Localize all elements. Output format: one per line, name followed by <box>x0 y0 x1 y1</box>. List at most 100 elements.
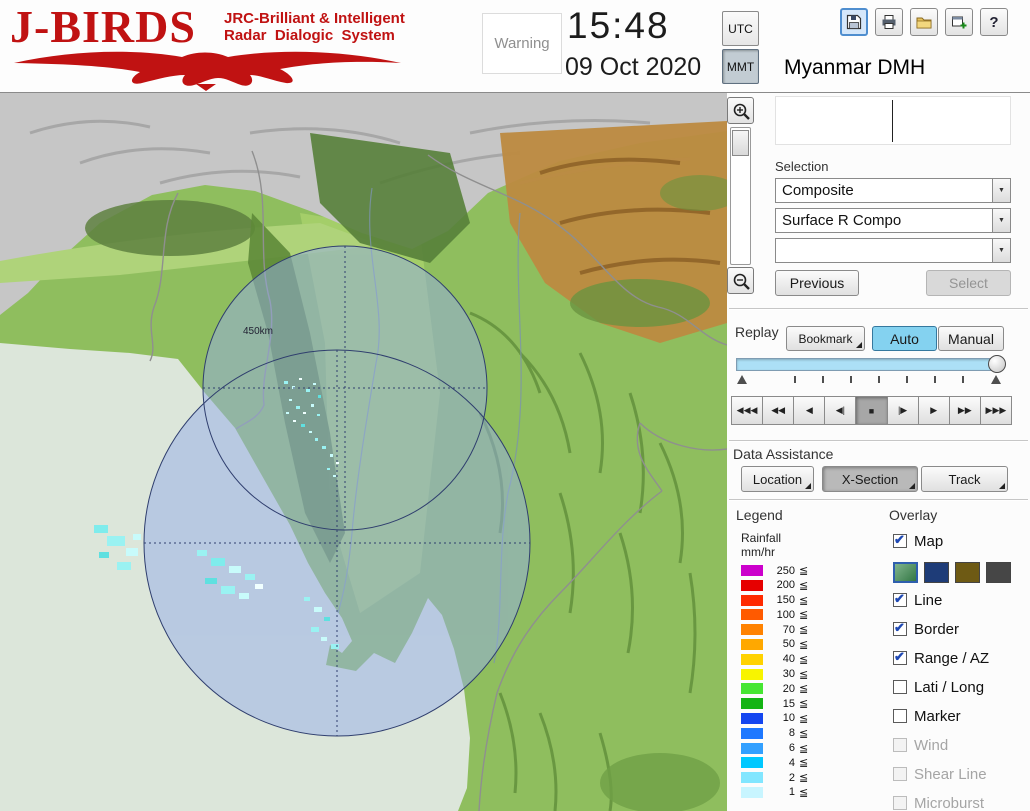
legend-row: 6 ≦ <box>741 742 808 755</box>
selection-label: Selection <box>775 159 829 174</box>
replay-label: Replay <box>735 324 779 340</box>
dropdown-value: Surface R Compo <box>782 212 902 229</box>
zoom-in-button[interactable] <box>727 97 754 124</box>
zoom-slider-thumb[interactable] <box>732 130 749 156</box>
map-style-olive[interactable] <box>955 561 980 583</box>
legend-value: 15 <box>782 697 795 710</box>
checkbox[interactable] <box>893 532 907 548</box>
checkbox[interactable] <box>893 680 907 694</box>
bookmark-button[interactable]: Bookmark <box>786 326 865 351</box>
legend-value: 30 <box>782 668 795 681</box>
rewind-button[interactable]: ◀◀ <box>762 396 795 425</box>
legend-leq: ≦ <box>799 624 809 637</box>
legend-swatch <box>741 624 763 636</box>
app-logo: J-BIRDS JRC-Brilliant & Intelligent Rada… <box>10 2 480 92</box>
auto-button[interactable]: Auto <box>872 326 937 351</box>
legend-row: 2 ≦ <box>741 772 809 785</box>
dropdown-value <box>776 239 992 262</box>
map-style-dark[interactable] <box>986 561 1011 583</box>
replay-timeline[interactable] <box>736 358 998 371</box>
checkbox[interactable] <box>893 709 907 723</box>
legend-leq: ≦ <box>799 609 809 622</box>
legend-value: 100 <box>776 608 795 621</box>
overlay-item-border[interactable]: Border <box>893 620 1029 638</box>
legend-value: 1 <box>788 786 795 799</box>
add-window-icon[interactable] <box>945 8 973 36</box>
previous-button[interactable]: Previous <box>775 270 859 296</box>
checkbox <box>893 767 907 781</box>
separator <box>729 308 1028 310</box>
product-name-dropdown[interactable]: Surface R Compo <box>775 208 1011 233</box>
product-option-dropdown[interactable] <box>775 238 1011 263</box>
fast-forward-max-button[interactable]: ▶▶▶ <box>979 396 1012 425</box>
overlay-item-microburst: Microburst <box>893 794 1029 811</box>
location-button[interactable]: Location <box>741 466 814 492</box>
print-icon[interactable] <box>875 8 903 36</box>
map-style-terrain[interactable] <box>893 561 918 583</box>
chevron-down-icon[interactable] <box>992 239 1010 262</box>
mmt-button[interactable]: MMT <box>722 49 759 84</box>
checkbox[interactable] <box>893 591 907 607</box>
legend-row: 1 ≦ <box>741 786 809 799</box>
overlay-item-label: Wind <box>914 736 949 754</box>
step-back-button[interactable]: ◀| <box>824 396 857 425</box>
legend-swatch <box>741 727 763 739</box>
overlay-item-label: Microburst <box>914 794 985 811</box>
folder-icon[interactable] <box>910 8 938 36</box>
overlay-item-marker[interactable]: Marker <box>893 707 1029 725</box>
legend-value: 10 <box>782 712 795 725</box>
zoom-in-icon <box>733 103 750 120</box>
legend-swatch <box>741 565 763 576</box>
utc-button[interactable]: UTC <box>722 11 759 46</box>
legend-row: 8 ≦ <box>741 727 808 740</box>
organization-name: Myanmar DMH <box>784 56 926 79</box>
logo-title: J-BIRDS <box>10 1 196 52</box>
product-category-dropdown[interactable]: Composite <box>775 178 1011 203</box>
map-style-navy[interactable] <box>924 561 949 583</box>
checkbox[interactable] <box>893 620 907 636</box>
header: J-BIRDS JRC-Brilliant & Intelligent Rada… <box>0 0 1030 93</box>
overlay-item-line[interactable]: Line <box>893 591 1029 609</box>
zoom-out-icon <box>733 273 750 290</box>
help-icon[interactable]: ? <box>980 8 1008 36</box>
legend-leq: ≦ <box>799 638 809 651</box>
xsection-button[interactable]: X-Section <box>822 466 918 492</box>
timeline-ticks <box>736 373 1008 387</box>
legend-swatch <box>741 712 763 724</box>
legend-row: 15 ≦ <box>741 697 809 711</box>
legend-leq: ≦ <box>799 698 809 711</box>
rewind-fastest-button[interactable]: ◀◀◀ <box>731 396 764 425</box>
overlay-item-range-az[interactable]: Range / AZ <box>893 649 1029 667</box>
data-assistance-label: Data Assistance <box>733 446 834 462</box>
checkbox[interactable] <box>893 649 907 665</box>
overlay-item-lati-long[interactable]: Lati / Long <box>893 678 1029 696</box>
legend-swatch <box>741 757 763 769</box>
overlay-item-label: Shear Line <box>914 765 987 783</box>
warning-indicator[interactable]: Warning <box>482 13 562 74</box>
legend-value: 200 <box>776 579 795 592</box>
legend-leq: ≦ <box>799 772 809 785</box>
chevron-down-icon[interactable] <box>992 179 1010 202</box>
play-reverse-button[interactable]: ◀ <box>793 396 826 425</box>
chevron-down-icon[interactable] <box>992 209 1010 232</box>
save-icon[interactable] <box>840 8 868 36</box>
legend-leq: ≦ <box>799 712 809 725</box>
logo-subtitle: JRC-Brilliant & Intelligent Radar Dialog… <box>224 10 405 44</box>
step-forward-button[interactable]: |▶ <box>886 396 919 425</box>
legend-leq: ≦ <box>799 594 809 607</box>
legend-leq: ≦ <box>799 668 809 681</box>
legend-swatch <box>741 609 763 621</box>
display-divider <box>892 100 893 142</box>
timeline-thumb[interactable] <box>988 355 1006 373</box>
fast-forward-button[interactable]: ▶▶ <box>948 396 981 425</box>
stop-button[interactable]: ■ <box>855 396 888 425</box>
zoom-slider[interactable] <box>730 127 751 265</box>
track-button[interactable]: Track <box>921 466 1008 492</box>
manual-button[interactable]: Manual <box>938 326 1004 351</box>
radar-map[interactable]: 450km <box>0 93 727 811</box>
zoom-out-button[interactable] <box>727 267 754 294</box>
play-button[interactable]: ▶ <box>917 396 950 425</box>
legend-leq: ≦ <box>799 786 809 799</box>
legend-scale: 250 ≦ 200 ≦ 150 ≦ 100 ≦ 70 ≦ 50 ≦ 40 ≦ 30 ≦ 20 ≦ … <box>741 565 808 802</box>
overlay-item-map[interactable]: Map <box>893 532 1029 550</box>
